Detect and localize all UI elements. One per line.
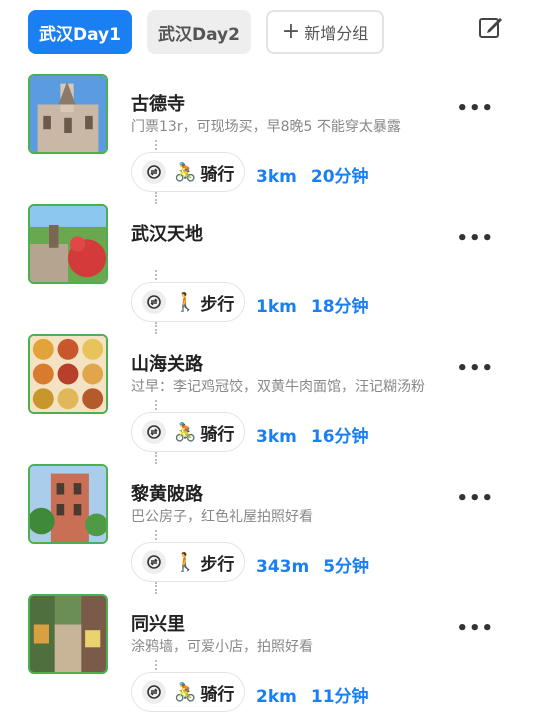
route-duration: 18分钟 — [310, 297, 369, 317]
more-options-icon[interactable]: ••• — [456, 98, 494, 119]
transport-mode-label: 步行 — [200, 294, 235, 315]
route-info: 2km 11分钟 — [256, 682, 369, 707]
place-title: 山海关路 — [131, 354, 203, 375]
route-duration: 11分钟 — [310, 687, 369, 707]
place-photo — [28, 204, 108, 284]
bike-icon: 🚴 — [174, 681, 197, 703]
transport-mode-selector[interactable]: 🚴 骑行 — [131, 672, 245, 712]
transport-mode-label: 骑行 — [200, 164, 235, 185]
list-item[interactable]: 古德寺 门票13r，可现场买，早8晚5 不能穿太暴露 ••• 🚴 骑行 3km 2… — [0, 74, 540, 204]
route-info: 3km 16分钟 — [256, 422, 369, 447]
list-item[interactable]: 山海关路 过早：李记鸡冠饺，双黄牛肉面馆，汪记糊汤粉 ••• 🚴 骑行 3km 1… — [0, 334, 540, 464]
swap-icon — [142, 290, 166, 314]
place-title: 黎黄陂路 — [131, 484, 203, 505]
route-duration: 16分钟 — [310, 427, 369, 447]
place-photo — [28, 594, 108, 674]
add-group-button[interactable]: + 新增分组 — [266, 10, 384, 54]
transport-mode-label: 步行 — [200, 554, 235, 575]
route-duration: 20分钟 — [310, 167, 369, 187]
route-distance: 1km — [256, 297, 297, 317]
list-item[interactable]: 同兴里 涂鸦墙，可爱小店，拍照好看 ••• 🚴 骑行 2km 11分钟 — [0, 594, 540, 724]
route-info: 343m 5分钟 — [256, 552, 369, 577]
transport-mode-selector[interactable]: 🚶 步行 — [131, 542, 245, 582]
edit-icon[interactable] — [478, 14, 504, 40]
place-title: 武汉天地 — [131, 224, 203, 245]
route-connector — [155, 582, 157, 594]
swap-icon — [142, 550, 166, 574]
list-item[interactable]: 黎黄陂路 巴公房子，红色礼屋拍照好看 ••• 🚶 步行 343m 5分钟 — [0, 464, 540, 594]
route-connector — [155, 452, 157, 464]
place-title: 古德寺 — [131, 94, 185, 115]
place-photo — [28, 334, 108, 414]
swap-icon — [142, 160, 166, 184]
more-options-icon[interactable]: ••• — [456, 358, 494, 379]
route-connector — [155, 192, 157, 204]
transport-mode-label: 骑行 — [200, 424, 235, 445]
place-photo — [28, 74, 108, 154]
place-note: 门票13r，可现场买，早8晚5 不能穿太暴露 — [131, 119, 401, 135]
bike-icon: 🚴 — [174, 421, 197, 443]
transport-mode-selector[interactable]: 🚴 骑行 — [131, 152, 245, 192]
group-tabs: 武汉Day1 武汉Day2 + 新增分组 — [28, 10, 520, 56]
place-photo — [28, 464, 108, 544]
tab-wuhan-day1[interactable]: 武汉Day1 — [28, 10, 132, 54]
more-options-icon[interactable]: ••• — [456, 618, 494, 639]
place-note: 过早：李记鸡冠饺，双黄牛肉面馆，汪记糊汤粉 — [131, 379, 425, 395]
place-title: 同兴里 — [131, 614, 185, 635]
route-distance: 343m — [256, 557, 310, 577]
transport-mode-selector[interactable]: 🚴 骑行 — [131, 412, 245, 452]
tab-wuhan-day2[interactable]: 武汉Day2 — [147, 10, 251, 54]
route-info: 3km 20分钟 — [256, 162, 369, 187]
more-options-icon[interactable]: ••• — [456, 228, 494, 249]
plus-icon: + — [281, 19, 301, 44]
route-connector — [155, 322, 157, 334]
more-options-icon[interactable]: ••• — [456, 488, 494, 509]
transport-mode-label: 骑行 — [200, 684, 235, 705]
route-distance: 2km — [256, 687, 297, 707]
walk-icon: 🚶 — [174, 291, 197, 313]
route-distance: 3km — [256, 427, 297, 447]
walk-icon: 🚶 — [174, 551, 197, 573]
swap-icon — [142, 420, 166, 444]
list-item[interactable]: 武汉天地 ••• 🚶 步行 1km 18分钟 — [0, 204, 540, 334]
route-info: 1km 18分钟 — [256, 292, 369, 317]
transport-mode-selector[interactable]: 🚶 步行 — [131, 282, 245, 322]
swap-icon — [142, 680, 166, 704]
place-note: 涂鸦墙，可爱小店，拍照好看 — [131, 639, 313, 655]
route-duration: 5分钟 — [323, 557, 370, 577]
route-distance: 3km — [256, 167, 297, 187]
place-note: 巴公房子，红色礼屋拍照好看 — [131, 509, 313, 525]
add-group-label: 新增分组 — [304, 24, 369, 43]
bike-icon: 🚴 — [174, 161, 197, 183]
